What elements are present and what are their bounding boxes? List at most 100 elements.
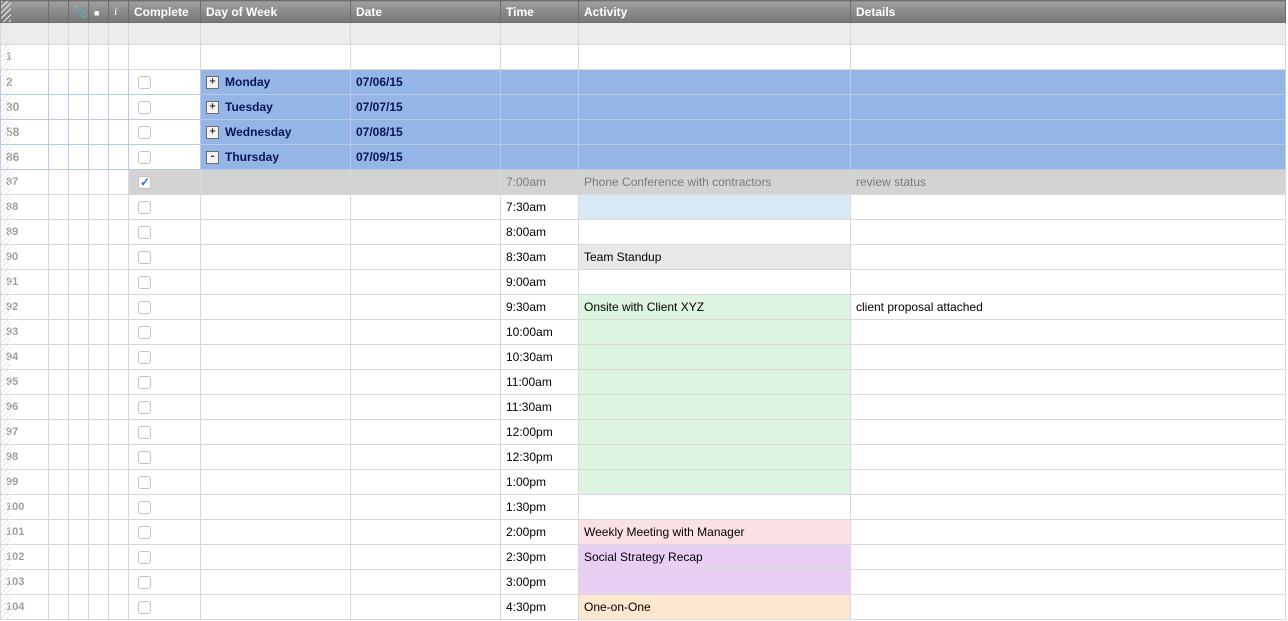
table-row[interactable]: 908:30amTeam Standup [1, 245, 1286, 270]
row-number[interactable]: 94 [1, 345, 49, 370]
complete-cell[interactable] [129, 245, 201, 270]
date-cell[interactable] [351, 570, 501, 595]
icon-cell[interactable] [89, 395, 109, 420]
icon-cell[interactable] [49, 245, 69, 270]
details-cell[interactable] [851, 245, 1286, 270]
icon-cell[interactable] [89, 170, 109, 195]
date-cell[interactable] [351, 345, 501, 370]
details-cell[interactable] [851, 220, 1286, 245]
activity-cell[interactable]: Weekly Meeting with Manager [579, 520, 851, 545]
icon-cell[interactable] [69, 345, 89, 370]
complete-cell[interactable] [129, 570, 201, 595]
row-number[interactable]: 101 [1, 520, 49, 545]
info-col-header[interactable]: i [109, 1, 129, 23]
icon-cell[interactable] [49, 570, 69, 595]
icon-cell[interactable] [89, 195, 109, 220]
complete-checkbox[interactable] [138, 426, 151, 439]
details-cell[interactable] [851, 70, 1286, 95]
complete-cell[interactable] [129, 95, 201, 120]
complete-cell[interactable] [129, 295, 201, 320]
complete-checkbox[interactable] [138, 551, 151, 564]
details-cell[interactable] [851, 145, 1286, 170]
icon-cell[interactable] [89, 570, 109, 595]
day-cell[interactable] [201, 45, 351, 70]
activity-cell[interactable] [579, 570, 851, 595]
icon-cell[interactable] [109, 45, 129, 70]
complete-cell[interactable] [129, 145, 201, 170]
icon-cell[interactable] [49, 320, 69, 345]
complete-checkbox[interactable] [138, 401, 151, 414]
table-row[interactable]: 58+Wednesday07/08/15 [1, 120, 1286, 145]
icon-cell[interactable] [49, 95, 69, 120]
comment-col-header[interactable] [89, 1, 109, 23]
date-cell[interactable] [351, 170, 501, 195]
details-cell[interactable] [851, 570, 1286, 595]
table-row[interactable]: 9310:00am [1, 320, 1286, 345]
time-cell[interactable]: 10:30am [501, 345, 579, 370]
icon-cell[interactable] [69, 95, 89, 120]
icon-cell[interactable] [69, 120, 89, 145]
activity-cell[interactable]: Team Standup [579, 245, 851, 270]
details-cell[interactable] [851, 520, 1286, 545]
date-cell[interactable] [351, 45, 501, 70]
row-number[interactable]: 2 [1, 70, 49, 95]
complete-cell[interactable] [129, 345, 201, 370]
icon-cell[interactable] [69, 220, 89, 245]
icon-cell[interactable] [89, 95, 109, 120]
row-number[interactable]: 99 [1, 470, 49, 495]
icon-cell[interactable] [49, 270, 69, 295]
day-cell[interactable] [201, 195, 351, 220]
row-number[interactable]: 92 [1, 295, 49, 320]
row-number[interactable]: 88 [1, 195, 49, 220]
time-cell[interactable]: 8:00am [501, 220, 579, 245]
day-cell[interactable]: +Monday [201, 70, 351, 95]
time-cell[interactable]: 11:30am [501, 395, 579, 420]
icon-cell[interactable] [49, 370, 69, 395]
complete-checkbox[interactable] [138, 151, 151, 164]
complete-cell[interactable] [129, 320, 201, 345]
row-number[interactable]: 87 [1, 170, 49, 195]
date-cell[interactable] [351, 420, 501, 445]
time-cell[interactable]: 4:30pm [501, 595, 579, 620]
day-cell[interactable]: +Tuesday [201, 95, 351, 120]
day-cell[interactable] [201, 170, 351, 195]
icon-cell[interactable] [69, 545, 89, 570]
table-row[interactable]: 9812:30pm [1, 445, 1286, 470]
activity-cell[interactable] [579, 370, 851, 395]
time-cell[interactable] [501, 120, 579, 145]
time-cell[interactable]: 12:00pm [501, 420, 579, 445]
activity-header[interactable]: Activity [579, 1, 851, 23]
icon-cell[interactable] [109, 370, 129, 395]
details-cell[interactable] [851, 120, 1286, 145]
date-cell[interactable] [351, 320, 501, 345]
details-cell[interactable] [851, 95, 1286, 120]
icon-cell[interactable] [109, 595, 129, 620]
date-cell[interactable] [351, 595, 501, 620]
icon-cell[interactable] [109, 395, 129, 420]
row-number[interactable]: 95 [1, 370, 49, 395]
date-cell[interactable] [351, 220, 501, 245]
icon-cell[interactable] [69, 420, 89, 445]
table-row[interactable]: 991:00pm [1, 470, 1286, 495]
day-cell[interactable] [201, 445, 351, 470]
icon-cell[interactable] [109, 195, 129, 220]
time-cell[interactable] [501, 145, 579, 170]
icon-cell[interactable] [49, 45, 69, 70]
expand-icon[interactable]: + [206, 101, 219, 114]
icon-cell[interactable] [69, 70, 89, 95]
icon-cell[interactable] [89, 295, 109, 320]
activity-cell[interactable] [579, 420, 851, 445]
icon-cell[interactable] [89, 270, 109, 295]
row-number[interactable]: 91 [1, 270, 49, 295]
time-cell[interactable]: 2:30pm [501, 545, 579, 570]
table-row[interactable]: 1001:30pm [1, 495, 1286, 520]
complete-checkbox[interactable] [138, 476, 151, 489]
complete-cell[interactable] [129, 70, 201, 95]
icon-cell[interactable] [49, 545, 69, 570]
complete-checkbox[interactable] [138, 276, 151, 289]
icon-cell[interactable] [69, 445, 89, 470]
date-cell[interactable]: 07/06/15 [351, 70, 501, 95]
activity-cell[interactable] [579, 95, 851, 120]
row-number[interactable]: 98 [1, 445, 49, 470]
icon-cell[interactable] [49, 70, 69, 95]
